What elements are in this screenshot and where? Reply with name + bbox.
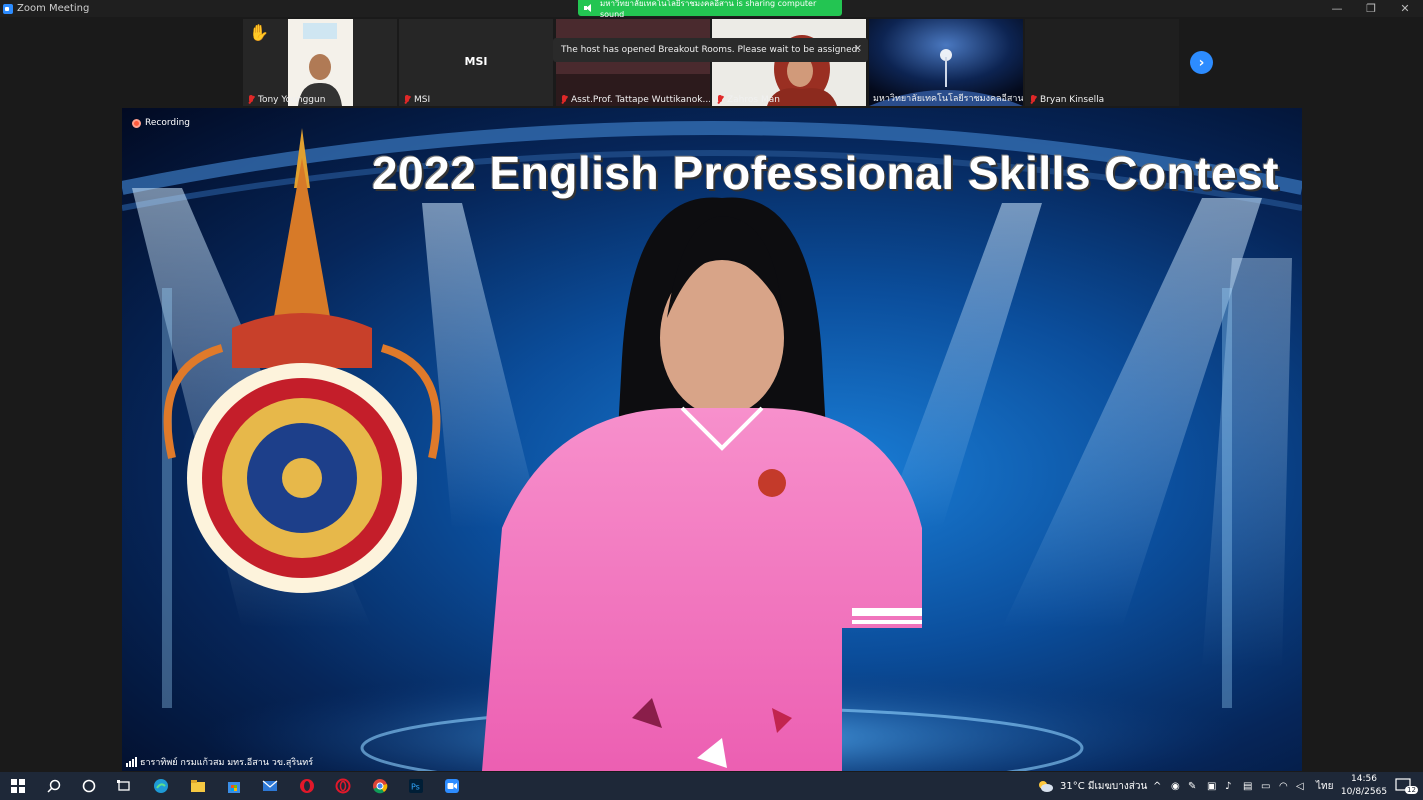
window-title: Zoom Meeting [17, 3, 90, 14]
participant-name: Bryan Kinsella [1029, 95, 1104, 105]
participant-video [556, 19, 710, 106]
participant-tile[interactable]: ✋ Tony Younggun [243, 19, 397, 106]
task-view-icon[interactable] [116, 778, 132, 794]
zoom-app-icon [3, 3, 13, 14]
microphone-icon[interactable]: ♪ [1225, 772, 1231, 800]
participant-name: Asst.Prof. Tattape Wuttikanok... [560, 95, 710, 105]
device-tray-icon[interactable]: ▣ [1207, 772, 1216, 800]
participant-tile[interactable]: มหาวิทยาลัยเทคโนโลยีราชมงคลอีสาน [869, 19, 1023, 106]
weather-widget[interactable]: 31°C มีเมฆบางส่วน [1036, 772, 1147, 800]
windows-start-icon[interactable] [10, 778, 26, 794]
participant-tile[interactable]: Bryan Kinsella [1025, 19, 1179, 106]
restore-button[interactable]: ❐ [1354, 0, 1388, 17]
clock-time: 14:56 [1351, 774, 1377, 784]
breakout-rooms-notification: The host has opened Breakout Rooms. Plea… [553, 38, 868, 62]
battery-icon[interactable]: ▭ [1261, 772, 1270, 800]
mic-muted-icon [403, 95, 411, 105]
signal-bars-icon [126, 757, 137, 767]
chevron-right-icon: › [1198, 54, 1205, 71]
mic-muted-icon [560, 95, 568, 105]
search-icon[interactable] [46, 778, 62, 794]
display-tray-icon[interactable]: ▤ [1243, 772, 1252, 800]
mic-muted-icon [1029, 95, 1037, 105]
contest-title: 2022 English Professional Skills Contest [372, 147, 1280, 199]
mic-muted-icon [247, 95, 255, 105]
recording-label: Recording [145, 118, 191, 128]
notification-text: The host has opened Breakout Rooms. Plea… [561, 45, 861, 55]
recording-indicator: Recording [132, 118, 190, 128]
svg-text:Ps: Ps [411, 783, 420, 792]
chrome-icon[interactable] [372, 778, 388, 794]
minimize-button[interactable]: — [1320, 0, 1354, 17]
file-explorer-icon[interactable] [190, 778, 206, 794]
wifi-icon[interactable]: ◠ [1279, 772, 1288, 800]
partly-cloudy-icon [1039, 781, 1053, 792]
pen-tray-icon[interactable]: ✎ [1188, 772, 1196, 800]
action-center-button[interactable]: 12 [1395, 772, 1418, 800]
speaker-name: ธาราทิพย์ กรมแก้วสม มทร.อีสาน วข.สุรินทร… [140, 758, 314, 768]
speaker-name-caption: ธาราทิพย์ กรมแก้วสม มทร.อีสาน วข.สุรินทร… [126, 755, 313, 769]
sharing-sound-text: มหาวิทยาลัยเทคโนโลยีราชมงคลอีสาน is shar… [599, 0, 817, 19]
input-language[interactable]: ไทย [1316, 772, 1333, 800]
close-icon[interactable]: × [854, 43, 862, 54]
store-icon[interactable] [226, 778, 242, 794]
participant-name: MSI [403, 95, 430, 105]
next-page-button[interactable]: › [1190, 51, 1213, 74]
photoshop-icon[interactable]: Ps [408, 778, 424, 794]
cortana-icon[interactable] [81, 778, 97, 794]
stage-backdrop [122, 121, 1302, 771]
active-speaker-video: Recording 2022 English Professional Skil… [122, 108, 1302, 771]
mail-icon[interactable] [262, 778, 278, 794]
close-button[interactable]: ✕ [1388, 0, 1422, 17]
show-hidden-icons-button[interactable]: ^ [1153, 772, 1161, 800]
sharing-sound-banner[interactable]: มหาวิทยาลัยเทคโนโลยีราชมงคลอีสาน is shar… [578, 0, 842, 19]
participant-video [712, 19, 866, 106]
participant-tile[interactable]: MSI MSI [399, 19, 553, 106]
mic-muted-icon [716, 95, 724, 105]
speaker-icon [584, 4, 594, 12]
clock-date: 10/8/2565 [1340, 787, 1388, 797]
chevron-up-icon: ^ [1153, 780, 1162, 792]
participant-name: Zahros Man [716, 95, 780, 105]
weather-text: 31°C มีเมฆบางส่วน [1060, 780, 1148, 792]
opera-icon[interactable] [299, 778, 315, 794]
system-clock[interactable]: 14:56 10/8/2565 [1338, 773, 1390, 799]
participant-name: Tony Younggun [247, 95, 325, 105]
participant-tile[interactable]: Zahros Man [712, 19, 866, 106]
recording-dot-icon [132, 118, 141, 128]
raised-hand-icon: ✋ [249, 23, 269, 42]
volume-icon[interactable]: ◁ [1296, 772, 1304, 800]
zoom-icon[interactable] [444, 778, 460, 794]
notification-count: 12 [1405, 786, 1418, 794]
record-tray-icon[interactable]: ◉ [1171, 772, 1180, 800]
participant-initials: MSI [464, 55, 488, 68]
opera-gx-icon[interactable] [335, 778, 351, 794]
participant-name: มหาวิทยาลัยเทคโนโลยีราชมงคลอีสาน [873, 94, 1023, 104]
edge-browser-icon[interactable] [153, 778, 169, 794]
participant-tile[interactable]: Asst.Prof. Tattape Wuttikanok... [556, 19, 710, 106]
